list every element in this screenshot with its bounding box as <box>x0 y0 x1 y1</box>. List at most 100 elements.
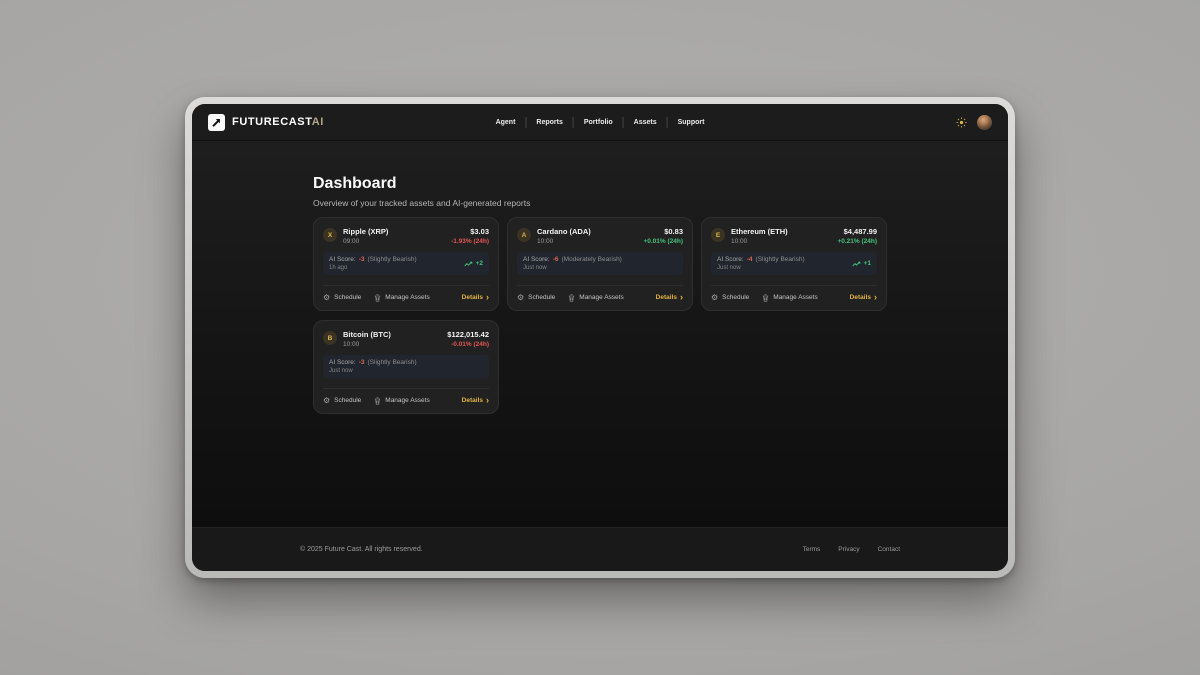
asset-price: $3.03 <box>451 227 489 236</box>
gear-icon: ⚙ <box>323 397 330 405</box>
details-button[interactable]: Details › <box>656 293 683 302</box>
asset-time: 10:00 <box>537 238 637 245</box>
trending-up-icon <box>464 261 473 267</box>
ai-score-label: AI Score: <box>329 256 356 263</box>
asset-badge: E <box>711 228 725 242</box>
asset-change: -1.93% (24h) <box>451 238 489 245</box>
score-updated: 1h ago <box>329 265 417 271</box>
asset-change: +0.01% (24h) <box>643 238 683 245</box>
card-actions: ⚙ Schedule Manage Assets Details <box>711 286 877 302</box>
asset-name: Cardano (ADA) <box>537 227 637 236</box>
schedule-button[interactable]: ⚙ Schedule <box>323 397 361 405</box>
trash-icon <box>762 294 769 302</box>
ai-score-value: -3 <box>359 256 365 263</box>
chevron-right-icon: › <box>680 293 683 302</box>
footer-link-terms[interactable]: Terms <box>803 546 821 553</box>
nav-item-assets[interactable]: Assets <box>623 117 667 128</box>
ai-score-value: -6 <box>553 256 559 263</box>
copyright-text: © 2025 Future Cast. All rights reserved. <box>300 546 423 553</box>
asset-price: $0.83 <box>643 227 683 236</box>
ai-score-box: AI Score: -3 (Slightly Bearish) Just now <box>323 355 489 378</box>
asset-price: $122,015.42 <box>447 330 489 339</box>
asset-price: $4,487.99 <box>837 227 877 236</box>
asset-change: -0.01% (24h) <box>447 341 489 348</box>
app-header: FUTURECASTAI Agent Reports Portfolio Ass… <box>192 104 1008 141</box>
asset-name: Ethereum (ETH) <box>731 227 831 236</box>
app-window: FUTURECASTAI Agent Reports Portfolio Ass… <box>192 104 1008 571</box>
card-head: B Bitcoin (BTC) 10:00 $122,015.42 -0.01%… <box>323 330 489 348</box>
brand-logo-arrow-up-right-icon <box>208 114 225 131</box>
manage-assets-button[interactable]: Manage Assets <box>762 294 817 302</box>
nav-item-support[interactable]: Support <box>667 117 715 128</box>
asset-card-cardano: A Cardano (ADA) 10:00 $0.83 +0.01% (24h) <box>507 217 693 311</box>
browser-window-frame: FUTURECASTAI Agent Reports Portfolio Ass… <box>185 97 1015 578</box>
asset-card-ripple: X Ripple (XRP) 09:00 $3.03 -1.93% (24h) <box>313 217 499 311</box>
schedule-button[interactable]: ⚙ Schedule <box>517 294 555 302</box>
asset-badge: A <box>517 228 531 242</box>
user-avatar[interactable] <box>977 115 992 130</box>
chevron-right-icon: › <box>874 293 877 302</box>
trash-icon <box>568 294 575 302</box>
header-right <box>955 115 992 130</box>
main-nav: Agent Reports Portfolio Assets Support <box>486 117 715 128</box>
ai-score-box: AI Score: -4 (Slightly Bearish) Just now <box>711 252 877 275</box>
ai-score-label: AI Score: <box>717 256 744 263</box>
theme-toggle-sun-icon[interactable] <box>955 116 967 128</box>
score-updated: Just now <box>523 265 622 271</box>
manage-assets-button[interactable]: Manage Assets <box>374 397 429 405</box>
ai-score-value: -3 <box>359 359 365 366</box>
asset-card-bitcoin: B Bitcoin (BTC) 10:00 $122,015.42 -0.01%… <box>313 320 499 414</box>
asset-badge: B <box>323 331 337 345</box>
footer-link-privacy[interactable]: Privacy <box>838 546 859 553</box>
chevron-right-icon: › <box>486 293 489 302</box>
asset-name: Bitcoin (BTC) <box>343 330 441 339</box>
score-updated: Just now <box>717 265 805 271</box>
ai-score-value: -4 <box>747 256 753 263</box>
chevron-right-icon: › <box>486 396 489 405</box>
page-title: Dashboard <box>313 174 1008 193</box>
asset-time: 09:00 <box>343 238 445 245</box>
schedule-button[interactable]: ⚙ Schedule <box>323 294 361 302</box>
page-subtitle: Overview of your tracked assets and AI-g… <box>313 198 1008 208</box>
trash-icon <box>374 294 381 302</box>
details-button[interactable]: Details › <box>462 396 489 405</box>
footer-link-contact[interactable]: Contact <box>878 546 900 553</box>
card-head: A Cardano (ADA) 10:00 $0.83 +0.01% (24h) <box>517 227 683 245</box>
brand[interactable]: FUTURECASTAI <box>208 114 324 131</box>
asset-time: 10:00 <box>731 238 831 245</box>
details-button[interactable]: Details › <box>850 293 877 302</box>
schedule-button[interactable]: ⚙ Schedule <box>711 294 749 302</box>
details-button[interactable]: Details › <box>462 293 489 302</box>
brand-suffix: AI <box>312 116 324 128</box>
gear-icon: ⚙ <box>517 294 524 302</box>
asset-card-ethereum: E Ethereum (ETH) 10:00 $4,487.99 +0.21% … <box>701 217 887 311</box>
nav-item-agent[interactable]: Agent <box>486 117 526 128</box>
ai-score-sentiment: (Slightly Bearish) <box>756 256 805 263</box>
asset-change: +0.21% (24h) <box>837 238 877 245</box>
score-updated: Just now <box>329 368 417 374</box>
ai-score-box: AI Score: -6 (Moderately Bearish) Just n… <box>517 252 683 275</box>
trend-badge: +2 <box>464 260 483 267</box>
ai-score-label: AI Score: <box>329 359 356 366</box>
manage-assets-button[interactable]: Manage Assets <box>374 294 429 302</box>
gear-icon: ⚙ <box>711 294 718 302</box>
nav-item-portfolio[interactable]: Portfolio <box>573 117 623 128</box>
manage-assets-button[interactable]: Manage Assets <box>568 294 623 302</box>
trend-badge: +1 <box>852 260 871 267</box>
dashboard-main: Dashboard Overview of your tracked asset… <box>192 141 1008 527</box>
ai-score-label: AI Score: <box>523 256 550 263</box>
desktop-background: FUTURECASTAI Agent Reports Portfolio Ass… <box>0 0 1200 675</box>
card-actions: ⚙ Schedule Manage Assets Details <box>323 286 489 302</box>
gear-icon: ⚙ <box>323 294 330 302</box>
asset-badge: X <box>323 228 337 242</box>
ai-score-sentiment: (Slightly Bearish) <box>368 359 417 366</box>
card-actions: ⚙ Schedule Manage Assets Details <box>323 389 489 405</box>
asset-time: 10:00 <box>343 341 441 348</box>
ai-score-sentiment: (Moderately Bearish) <box>562 256 622 263</box>
trash-icon <box>374 397 381 405</box>
card-actions: ⚙ Schedule Manage Assets Details <box>517 286 683 302</box>
app-footer: © 2025 Future Cast. All rights reserved.… <box>192 527 1008 571</box>
nav-item-reports[interactable]: Reports <box>525 117 572 128</box>
ai-score-sentiment: (Slightly Bearish) <box>368 256 417 263</box>
asset-name: Ripple (XRP) <box>343 227 445 236</box>
